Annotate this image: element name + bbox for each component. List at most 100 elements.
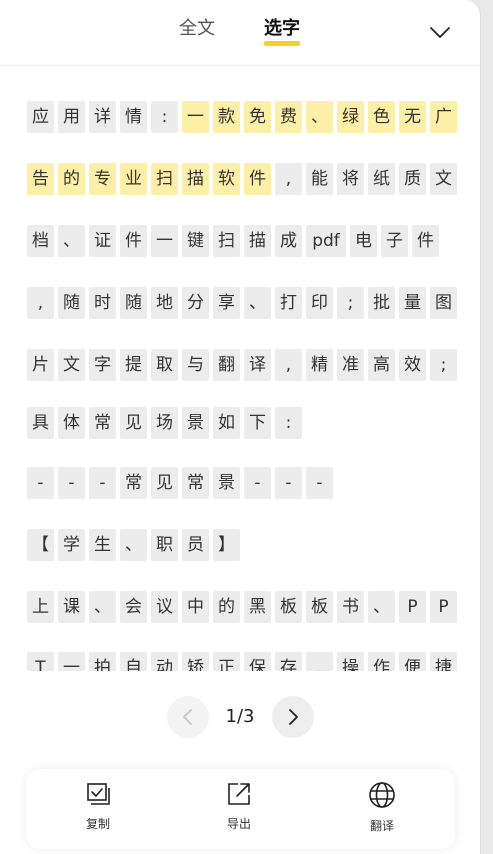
selected-char-chip[interactable]: 软 xyxy=(213,163,240,195)
selected-char-chip[interactable]: 、 xyxy=(306,101,333,133)
char-chip[interactable]: 职 xyxy=(151,529,178,561)
char-chip[interactable]: - xyxy=(306,467,333,499)
tab-full-text[interactable]: 全文 xyxy=(179,16,215,46)
char-chip[interactable]: , xyxy=(306,652,333,671)
char-chip[interactable]: 上 xyxy=(27,591,54,623)
char-chip[interactable]: 件 xyxy=(412,225,439,257)
char-chip[interactable]: 地 xyxy=(151,287,178,319)
chevron-down-icon[interactable] xyxy=(428,20,452,44)
char-chip[interactable]: 自 xyxy=(120,652,147,671)
selected-char-chip[interactable]: 专 xyxy=(89,163,116,195)
char-chip[interactable]: 批 xyxy=(368,287,395,319)
char-chip[interactable]: P xyxy=(430,591,457,623)
char-chip[interactable]: 成 xyxy=(275,225,302,257)
char-chip[interactable]: ; xyxy=(337,287,364,319)
char-chip[interactable]: 的 xyxy=(213,591,240,623)
selected-char-chip[interactable]: 绿 xyxy=(337,101,364,133)
char-chip[interactable]: 扫 xyxy=(213,225,240,257)
selected-char-chip[interactable]: 色 xyxy=(368,101,395,133)
char-chip[interactable]: 中 xyxy=(182,591,209,623)
char-chip[interactable]: - xyxy=(244,467,271,499)
char-chip[interactable]: 情 xyxy=(120,101,147,133)
char-chip[interactable]: 档 xyxy=(27,225,54,257)
selectable-text-area[interactable]: 应用详情: 一款免费、绿色无广告的专业扫描软件, 能将纸质文档、证件一键扫描成 pdf… xyxy=(0,67,480,671)
char-chip[interactable]: 享 xyxy=(213,287,240,319)
char-chip[interactable]: 质 xyxy=(399,163,426,195)
selected-char-chip[interactable]: 免 xyxy=(244,101,271,133)
char-chip[interactable]: 议 xyxy=(151,591,178,623)
char-chip[interactable]: 译 xyxy=(244,349,271,381)
export-button[interactable]: 导出 xyxy=(209,781,269,839)
char-chip[interactable]: 】 xyxy=(213,529,240,561)
char-chip[interactable]: 量 xyxy=(399,287,426,319)
char-chip[interactable]: 打 xyxy=(275,287,302,319)
char-chip[interactable]: 用 xyxy=(58,101,85,133)
char-chip[interactable]: 一 xyxy=(151,225,178,257)
char-chip[interactable]: 黑 xyxy=(244,591,271,623)
char-chip[interactable]: - xyxy=(58,467,85,499)
char-chip[interactable]: , xyxy=(275,349,302,381)
char-chip[interactable]: 纸 xyxy=(368,163,395,195)
char-chip[interactable]: 见 xyxy=(120,407,147,439)
tab-select-text[interactable]: 选字 xyxy=(264,16,300,46)
char-chip[interactable]: 电 xyxy=(350,225,377,257)
char-chip[interactable]: 、 xyxy=(89,591,116,623)
char-chip[interactable]: 拍 xyxy=(89,652,116,671)
char-chip[interactable]: 正 xyxy=(213,652,240,671)
selected-char-chip[interactable]: 件 xyxy=(244,163,271,195)
char-chip[interactable]: 键 xyxy=(182,225,209,257)
char-chip[interactable]: 如 xyxy=(213,407,240,439)
selected-char-chip[interactable]: 告 xyxy=(27,163,54,195)
char-chip[interactable]: 精 xyxy=(306,349,333,381)
selected-char-chip[interactable]: 扫 xyxy=(151,163,178,195)
char-chip[interactable]: 片 xyxy=(27,349,54,381)
char-chip[interactable]: 提 xyxy=(120,349,147,381)
char-chip[interactable]: 景 xyxy=(213,467,240,499)
char-chip[interactable]: 描 xyxy=(244,225,271,257)
char-chip[interactable]: 将 xyxy=(337,163,364,195)
char-chip[interactable]: , xyxy=(275,163,302,195)
char-chip[interactable]: 员 xyxy=(182,529,209,561)
char-chip[interactable]: 保 xyxy=(244,652,271,671)
char-chip[interactable]: 印 xyxy=(306,287,333,319)
selected-char-chip[interactable]: 业 xyxy=(120,163,147,195)
prev-page-button[interactable] xyxy=(167,696,209,738)
char-chip[interactable]: 体 xyxy=(58,407,85,439)
char-chip[interactable]: 动 xyxy=(151,652,178,671)
char-chip[interactable]: 课 xyxy=(58,591,85,623)
char-chip[interactable]: 会 xyxy=(120,591,147,623)
char-chip[interactable]: - xyxy=(27,467,54,499)
selected-char-chip[interactable]: 描 xyxy=(182,163,209,195)
char-chip[interactable]: 【 xyxy=(27,529,54,561)
copy-button[interactable]: 复制 xyxy=(68,781,128,839)
char-chip[interactable]: 操 xyxy=(337,652,364,671)
char-chip[interactable]: 图 xyxy=(430,287,457,319)
char-chip[interactable]: , xyxy=(27,287,54,319)
char-chip[interactable]: 、 xyxy=(244,287,271,319)
char-chip[interactable]: 文 xyxy=(58,349,85,381)
char-chip[interactable]: 、 xyxy=(368,591,395,623)
selected-char-chip[interactable]: 无 xyxy=(399,101,426,133)
char-chip[interactable]: 时 xyxy=(89,287,116,319)
char-chip[interactable]: 场 xyxy=(151,407,178,439)
char-chip[interactable]: 准 xyxy=(337,349,364,381)
char-chip[interactable]: ; xyxy=(430,349,457,381)
char-chip[interactable]: T xyxy=(27,652,54,671)
char-chip[interactable]: 学 xyxy=(58,529,85,561)
char-chip[interactable]: 板 xyxy=(306,591,333,623)
char-chip[interactable]: 文 xyxy=(430,163,457,195)
char-chip[interactable]: 板 xyxy=(275,591,302,623)
char-chip[interactable]: 与 xyxy=(182,349,209,381)
char-chip[interactable]: 存 xyxy=(275,652,302,671)
char-chip[interactable]: 书 xyxy=(337,591,364,623)
selected-char-chip[interactable]: 的 xyxy=(58,163,85,195)
translate-button[interactable]: 翻译 xyxy=(352,781,412,839)
selected-char-chip[interactable]: 一 xyxy=(182,101,209,133)
char-chip[interactable]: 矫 xyxy=(182,652,209,671)
char-chip[interactable]: 、 xyxy=(120,529,147,561)
char-chip[interactable]: 高 xyxy=(368,349,395,381)
char-chip[interactable]: 随 xyxy=(58,287,85,319)
char-chip[interactable]: 常 xyxy=(182,467,209,499)
selected-char-chip[interactable]: 款 xyxy=(213,101,240,133)
char-chip[interactable]: pdf xyxy=(306,225,346,257)
